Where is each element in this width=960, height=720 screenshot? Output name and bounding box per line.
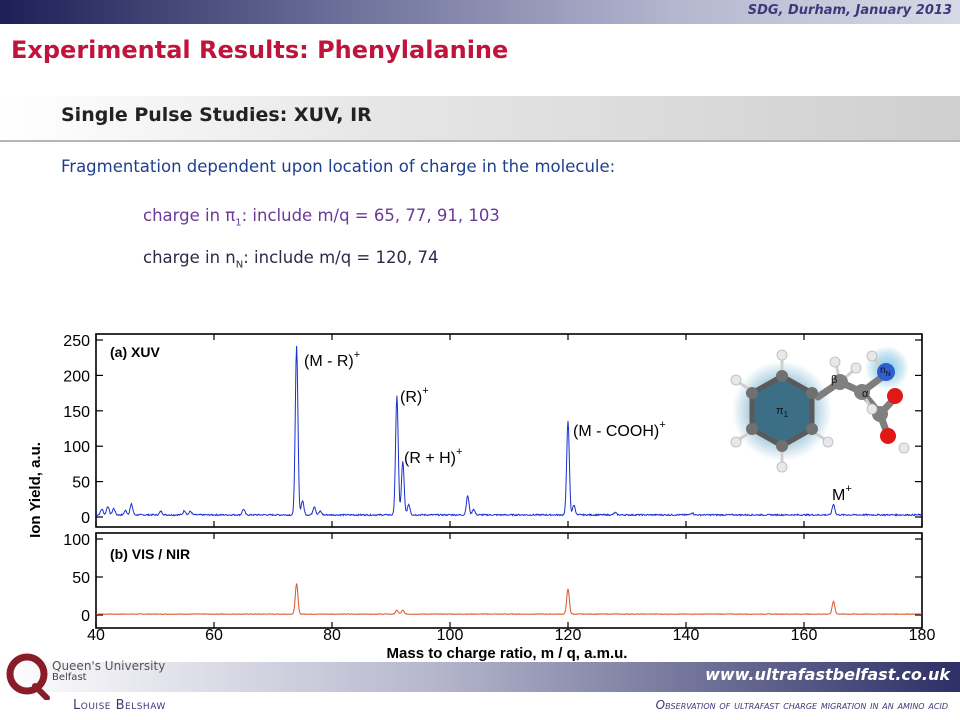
oxygen-atom [887, 388, 903, 404]
x-tick-label: 120 [555, 627, 582, 644]
bullet-pi-charge: charge in π1: include m/q = 65, 77, 91, … [143, 206, 500, 229]
university-name-line1: Queen's University [52, 659, 166, 673]
slide-title: Experimental Results: Phenylalanine [11, 36, 509, 64]
y-tick-label-b: 50 [72, 570, 90, 587]
x-tick-label: 60 [205, 627, 223, 644]
conference-label: SDG, Durham, January 2013 [747, 3, 952, 18]
y-tick-label-a: 200 [63, 368, 90, 385]
intro-text: Fragmentation dependent upon location of… [61, 157, 616, 176]
y-tick-label-b: 100 [63, 532, 90, 549]
annotation-m-minus-r: (M - R)+ [304, 349, 360, 370]
y-tick-label-a: 250 [63, 333, 90, 350]
author-name: Louise Belshaw [73, 698, 166, 713]
x-axis: 40 60 80 100 120 140 160 180 [87, 627, 935, 644]
y-axis-label: Ion Yield, a.u. [27, 442, 44, 538]
oxygen-atom [880, 428, 896, 444]
university-name: Queen's University Belfast [52, 660, 165, 684]
y-tick-label-a: 0 [81, 510, 90, 527]
alpha-label: α [862, 388, 869, 400]
x-axis-label: Mass to charge ratio, m / q, a.m.u. [387, 645, 628, 662]
y-tick-label-a: 150 [63, 404, 90, 421]
y-tick-label-a: 100 [63, 439, 90, 456]
y-tick-label-a: 50 [72, 475, 90, 492]
x-tick-label: 40 [87, 627, 105, 644]
x-tick-label: 140 [673, 627, 700, 644]
x-tick-label: 100 [437, 627, 464, 644]
annotation-m-minus-cooh: (M - COOH)+ [573, 419, 666, 440]
bullet-n-charge: charge in nN: include m/q = 120, 74 [143, 248, 439, 271]
x-tick-label: 80 [323, 627, 341, 644]
slide-subtitle: Single Pulse Studies: XUV, IR [61, 104, 372, 126]
panel-b-label: (b) VIS / NIR [110, 546, 190, 562]
university-logo [6, 653, 50, 700]
x-tick-label: 180 [909, 627, 936, 644]
panel-a-label: (a) XUV [110, 344, 160, 360]
y-tick-label-b: 0 [81, 608, 90, 625]
university-name-line2: Belfast [52, 672, 87, 683]
mass-spectrum-chart: 0 50 100 150 200 250 0 50 100 40 60 80 100 120 140 16… [27, 333, 935, 662]
annotation-r-plus-h: (R + H)+ [404, 446, 462, 467]
footer-talk-title: Observation of ultrafast charge migratio… [655, 698, 948, 712]
x-tick-label: 160 [791, 627, 818, 644]
beta-label: β [831, 374, 837, 386]
footer-url[interactable]: www.ultrafastbelfast.co.uk [705, 665, 950, 684]
